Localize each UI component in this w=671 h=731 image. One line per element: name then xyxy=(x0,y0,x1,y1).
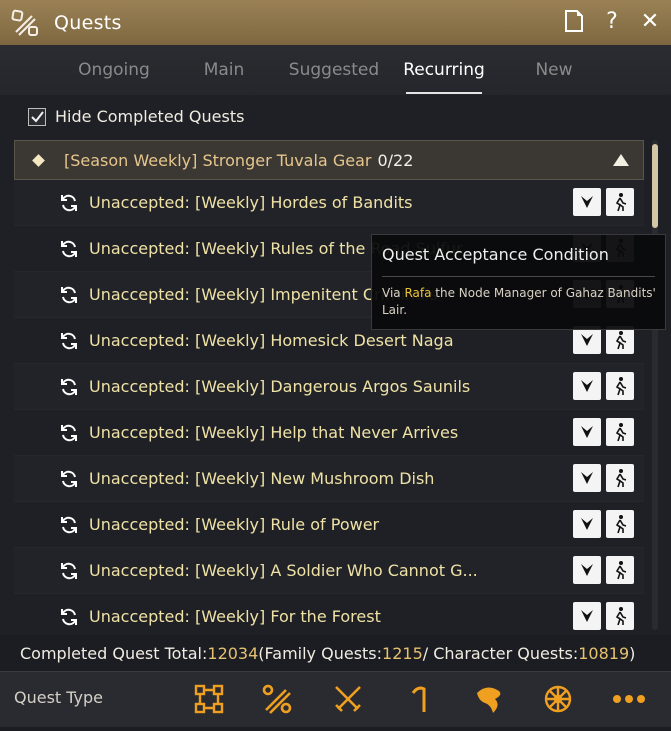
all-types-icon[interactable] xyxy=(192,682,226,716)
navigate-icon[interactable] xyxy=(573,602,601,630)
document-icon[interactable] xyxy=(563,8,585,34)
tooltip-body: Via Rafa the Node Manager of Gahaz Bandi… xyxy=(382,285,657,319)
completed-totals: Completed Quest Total: 12034 (Family Que… xyxy=(0,635,671,671)
tab-new[interactable]: New xyxy=(499,45,609,95)
hide-completed-toggle[interactable]: Hide Completed Quests xyxy=(28,107,244,126)
quest-name: Unaccepted: [Weekly] Homesick Desert Nag… xyxy=(89,331,454,350)
acceptance-tooltip: Quest Acceptance Condition Via Rafa the … xyxy=(371,234,666,330)
hide-completed-label: Hide Completed Quests xyxy=(55,107,245,126)
auto-path-icon[interactable] xyxy=(606,602,634,630)
auto-path-icon[interactable] xyxy=(606,372,634,400)
auto-path-icon[interactable] xyxy=(606,188,634,216)
quest-name: Unaccepted: [Weekly] New Mushroom Dish xyxy=(89,469,435,488)
hide-completed-checkbox[interactable] xyxy=(28,107,46,126)
quest-row[interactable]: Unaccepted: [Weekly] Hordes of Bandits xyxy=(14,180,644,226)
quest-name: Unaccepted: [Weekly] Hordes of Bandits xyxy=(89,193,413,212)
diamond-icon xyxy=(32,153,45,167)
ship-wheel-icon[interactable] xyxy=(541,682,575,716)
totals-close: ) xyxy=(629,643,636,663)
quest-row[interactable]: Unaccepted: [Weekly] New Mushroom Dish xyxy=(14,456,644,502)
quest-name: Unaccepted: [Weekly] For the Forest xyxy=(89,607,381,626)
tab-suggested[interactable]: Suggested xyxy=(279,45,389,95)
navigate-icon[interactable] xyxy=(573,188,601,216)
recurring-icon xyxy=(58,468,80,490)
recurring-icon xyxy=(58,284,80,306)
auto-path-icon[interactable] xyxy=(606,556,634,584)
tab-ongoing[interactable]: Ongoing xyxy=(59,45,169,95)
totals-label: Completed Quest Total: xyxy=(20,643,208,663)
recurring-icon xyxy=(58,238,80,260)
totals-total: 12034 xyxy=(207,643,259,663)
tooltip-title: Quest Acceptance Condition xyxy=(382,245,609,264)
collapse-arrow-icon[interactable] xyxy=(613,154,629,166)
tooltip-npc: Rafa xyxy=(404,286,432,300)
auto-path-icon[interactable] xyxy=(606,510,634,538)
quest-type-label: Quest Type xyxy=(14,688,104,707)
window-title: Quests xyxy=(54,11,122,34)
quest-name: Unaccepted: [Weekly] Rule of Power xyxy=(89,515,380,534)
recurring-icon xyxy=(58,192,80,214)
quest-type-bar: Quest Type xyxy=(0,671,671,727)
tooltip-divider xyxy=(382,276,655,277)
quest-row[interactable]: Unaccepted: [Weekly] For the Forest xyxy=(14,594,644,640)
recurring-icon xyxy=(58,376,80,398)
quest-content: Hide Completed Quests [Season Weekly] St… xyxy=(0,95,671,640)
fishing-rod-icon[interactable] xyxy=(403,682,437,716)
quest-row[interactable]: Unaccepted: [Weekly] Rule of Power xyxy=(14,502,644,548)
totals-family: 1215 xyxy=(382,643,423,663)
recurring-icon xyxy=(58,514,80,536)
recurring-icon xyxy=(58,560,80,582)
auto-path-icon[interactable] xyxy=(606,464,634,492)
scroll-tools-icon[interactable] xyxy=(260,682,294,716)
navigate-icon[interactable] xyxy=(573,510,601,538)
quest-name: Unaccepted: [Weekly] A Soldier Who Canno… xyxy=(89,561,478,580)
quest-name: Unaccepted: [Weekly] Help that Never Arr… xyxy=(89,423,459,442)
close-icon[interactable]: ✕ xyxy=(639,8,661,34)
title-bar: Quests ? ✕ xyxy=(0,0,671,45)
totals-character-label: / Character Quests: xyxy=(422,643,579,663)
quest-row[interactable]: Unaccepted: [Weekly] Help that Never Arr… xyxy=(14,410,644,456)
quest-scroll-icon xyxy=(8,6,42,40)
recurring-icon xyxy=(58,330,80,352)
help-icon[interactable]: ? xyxy=(601,8,623,34)
scrollbar-thumb[interactable] xyxy=(652,144,658,228)
recurring-icon xyxy=(58,606,80,628)
auto-path-icon[interactable] xyxy=(606,418,634,446)
quest-tabs: Ongoing Main Suggested Recurring New xyxy=(0,45,671,95)
fish-icon[interactable] xyxy=(472,682,506,716)
navigate-icon[interactable] xyxy=(573,326,601,354)
totals-family-label: (Family Quests: xyxy=(258,643,383,663)
group-title: [Season Weekly] Stronger Tuvala Gear xyxy=(64,150,372,170)
group-count: 0/22 xyxy=(377,150,414,170)
quest-row[interactable]: Unaccepted: [Weekly] A Soldier Who Canno… xyxy=(14,548,644,594)
navigate-icon[interactable] xyxy=(573,556,601,584)
quest-group-header[interactable]: [Season Weekly] Stronger Tuvala Gear 0/2… xyxy=(14,140,644,180)
crossed-swords-icon[interactable] xyxy=(331,682,365,716)
totals-character: 10819 xyxy=(578,643,630,663)
tab-main[interactable]: Main xyxy=(169,45,279,95)
recurring-icon xyxy=(58,422,80,444)
tooltip-prefix: Via xyxy=(382,286,405,300)
quest-row[interactable]: Unaccepted: [Weekly] Dangerous Argos Sau… xyxy=(14,364,644,410)
tab-recurring[interactable]: Recurring xyxy=(389,45,499,95)
auto-path-icon[interactable] xyxy=(606,326,634,354)
navigate-icon[interactable] xyxy=(573,464,601,492)
navigate-icon[interactable] xyxy=(573,372,601,400)
more-icon[interactable] xyxy=(612,682,646,716)
navigate-icon[interactable] xyxy=(573,418,601,446)
quest-name: Unaccepted: [Weekly] Dangerous Argos Sau… xyxy=(89,377,471,396)
